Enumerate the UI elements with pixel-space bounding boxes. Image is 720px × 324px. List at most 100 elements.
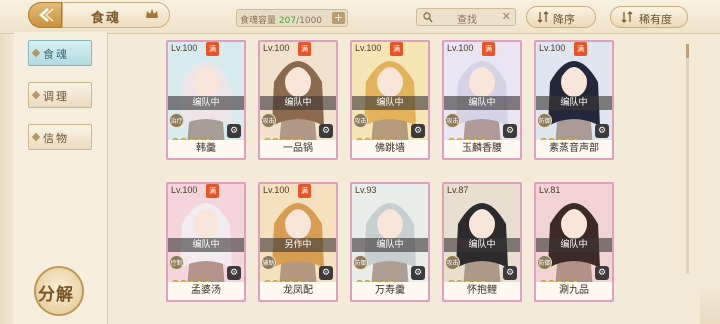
role-badge: 攻击	[353, 113, 368, 128]
tab-tune-label: 调理	[43, 90, 69, 103]
search-placeholder: 查找	[457, 15, 477, 26]
soul-card-grid: Lv.100 满编队中 治疗 ⚙ 韩羹 Lv.100 满编队中 攻击 ⚙ 一品锅 Lv.100 满编队…	[166, 40, 678, 316]
equipment-icon: ⚙	[411, 124, 425, 138]
tab-soul-label: 食魂	[43, 48, 69, 61]
soul-card[interactable]: Lv.100 满编队中 控制 ⚙ 孟婆汤	[166, 182, 246, 302]
equipment-icon: ⚙	[503, 266, 517, 280]
equipment-icon: ⚙	[227, 266, 241, 280]
equipment-icon: ⚙	[411, 266, 425, 280]
max-level-badge: 满	[206, 184, 219, 198]
role-badge: 控制	[169, 255, 184, 270]
soul-card[interactable]: Lv.100 满编队中 攻击 ⚙ 佛跳墙	[350, 40, 430, 160]
tab-token[interactable]: 信物	[28, 124, 92, 150]
search-icon	[423, 12, 433, 23]
equipment-icon: ⚙	[319, 124, 333, 138]
role-badge: 治疗	[169, 113, 184, 128]
card-level: Lv.100	[539, 43, 566, 53]
role-badge: 辅助	[261, 255, 276, 270]
capacity-max: /1000	[296, 16, 323, 26]
card-name: 涮九品	[536, 282, 612, 300]
role-badge: 防御	[537, 255, 552, 270]
soul-card[interactable]: Lv.100 满编队中攻击 ⚙ 一品锅	[258, 40, 338, 160]
card-level: Lv.87	[447, 185, 469, 195]
back-button[interactable]	[28, 2, 62, 28]
back-arrow-icon	[39, 8, 54, 22]
search-input[interactable]: 查找 ✕	[416, 8, 516, 26]
role-badge: 攻击	[445, 255, 460, 270]
card-name: 万寿羹	[352, 282, 428, 300]
max-level-badge: 满	[206, 42, 219, 56]
max-level-badge: 满	[482, 42, 495, 56]
tab-soul[interactable]: 食魂	[28, 40, 92, 66]
scrollbar-thumb[interactable]	[686, 44, 689, 58]
card-level: Lv.81	[539, 185, 561, 195]
card-level: Lv.100	[355, 43, 382, 53]
star-rating	[448, 272, 488, 287]
card-status: 编队中	[352, 238, 428, 252]
star-rating	[264, 272, 304, 287]
card-level: Lv.100	[263, 43, 290, 53]
sort-icon	[537, 11, 549, 23]
equipment-icon: ⚙	[595, 266, 609, 280]
star-rating	[540, 130, 580, 145]
role-badge: 攻击	[261, 113, 276, 128]
card-level: Lv.100	[447, 43, 474, 53]
role-badge: 攻击	[445, 113, 460, 128]
soul-card[interactable]: Lv.100 满编队中 治疗 ⚙ 韩羹	[166, 40, 246, 160]
diamond-icon	[31, 90, 41, 100]
decompose-button[interactable]: 分解	[30, 266, 90, 316]
capacity-counter: 食魂容量 207/1000 +	[236, 9, 348, 27]
soul-card[interactable]: Lv.93 编队中防御 ⚙ 万寿羹	[350, 182, 430, 302]
star-rating	[448, 130, 488, 145]
equipment-icon: ⚙	[595, 124, 609, 138]
search-clear-button[interactable]: ✕	[502, 10, 511, 23]
card-status: 编队中	[260, 96, 336, 110]
max-level-badge: 满	[298, 42, 311, 56]
rarity-label: 稀有度	[639, 13, 672, 26]
tab-tune[interactable]: 调理	[28, 82, 92, 108]
star-rating	[172, 130, 212, 145]
tab-token-label: 信物	[43, 132, 69, 145]
card-name: 素蒸音声部	[536, 140, 612, 158]
card-name: 一品锅	[260, 140, 336, 158]
diamond-icon	[31, 48, 41, 58]
star-rating	[356, 130, 396, 145]
role-badge: 防御	[353, 255, 368, 270]
equipment-icon: ⚙	[319, 266, 333, 280]
soul-card[interactable]: Lv.87 编队中攻击 ⚙ 怀抱鲤	[442, 182, 522, 302]
rarity-filter-button[interactable]: 稀有度	[610, 6, 688, 28]
rarity-icon	[621, 11, 633, 23]
role-badge: 防御	[537, 113, 552, 128]
capacity-label: 食魂容量	[240, 16, 277, 26]
sort-label: 降序	[553, 13, 575, 26]
card-name: 孟婆汤	[168, 282, 244, 300]
star-rating	[540, 272, 580, 287]
soul-card[interactable]: Lv.100 满另作中 辅助 ⚙ 龙凤配	[258, 182, 338, 302]
capacity-add-button[interactable]: +	[332, 12, 345, 24]
diamond-icon	[31, 132, 41, 142]
crown-icon	[146, 9, 158, 18]
card-status: 编队中	[536, 96, 612, 110]
decompose-label: 分解	[38, 285, 74, 305]
page-title: 食魂	[91, 11, 122, 26]
max-level-badge: 满	[298, 184, 311, 198]
grid-scrollbar[interactable]	[686, 44, 689, 274]
page-title-tab: 食魂	[62, 2, 170, 28]
max-level-badge: 满	[390, 42, 403, 56]
card-status: 编队中	[168, 238, 244, 252]
star-rating	[264, 130, 304, 145]
soul-card[interactable]: Lv.81 编队中防御 ⚙ 涮九品	[534, 182, 614, 302]
card-status: 编队中	[444, 238, 520, 252]
card-status: 编队中	[536, 238, 612, 252]
card-name: 龙凤配	[260, 282, 336, 300]
card-level: Lv.93	[355, 185, 377, 195]
card-name: 玉麟香腰	[444, 140, 520, 158]
sort-button[interactable]: 降序	[526, 6, 596, 28]
capacity-current: 207	[278, 16, 297, 26]
soul-card[interactable]: Lv.100 满编队中 防御 ⚙ 素蒸音声部	[534, 40, 614, 160]
card-name: 韩羹	[168, 140, 244, 158]
soul-card[interactable]: Lv.100 满编队中 攻击 ⚙ 玉麟香腰	[442, 40, 522, 160]
card-level: Lv.100	[171, 43, 198, 53]
card-name: 怀抱鲤	[444, 282, 520, 300]
card-status: 编队中	[168, 96, 244, 110]
